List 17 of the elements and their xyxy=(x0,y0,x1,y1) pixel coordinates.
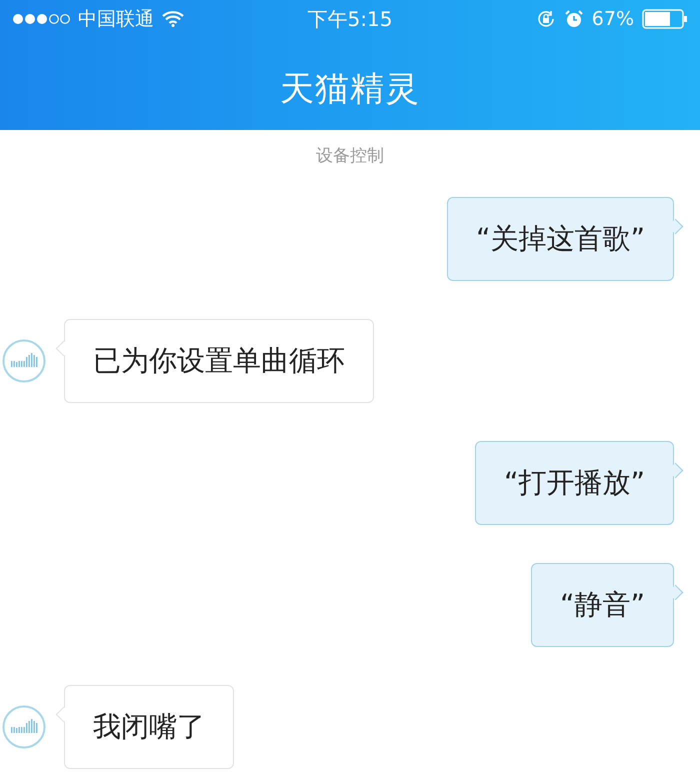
battery-percent: 67% xyxy=(592,8,634,30)
assistant-avatar-icon xyxy=(2,339,46,383)
app-title: 天猫精灵 xyxy=(279,68,421,111)
assistant-message-bubble: 已为你设置单曲循环 xyxy=(64,319,374,403)
assistant-message-bubble: 我闭嘴了 xyxy=(64,685,234,769)
alarm-icon xyxy=(564,9,584,29)
signal-icon xyxy=(12,13,70,25)
user-message-bubble: “关掉这首歌” xyxy=(446,197,674,281)
assistant-avatar-icon xyxy=(2,705,46,749)
user-message-bubble: “打开播放” xyxy=(474,441,674,525)
clock-time: 下午5:15 xyxy=(308,6,392,32)
battery-icon xyxy=(642,9,688,29)
wifi-icon xyxy=(162,11,184,27)
carrier-name: 中国联通 xyxy=(78,7,154,32)
user-message-bubble: “静音” xyxy=(530,563,674,647)
section-label: 设备控制 xyxy=(316,145,384,167)
rotation-lock-icon xyxy=(536,9,556,29)
